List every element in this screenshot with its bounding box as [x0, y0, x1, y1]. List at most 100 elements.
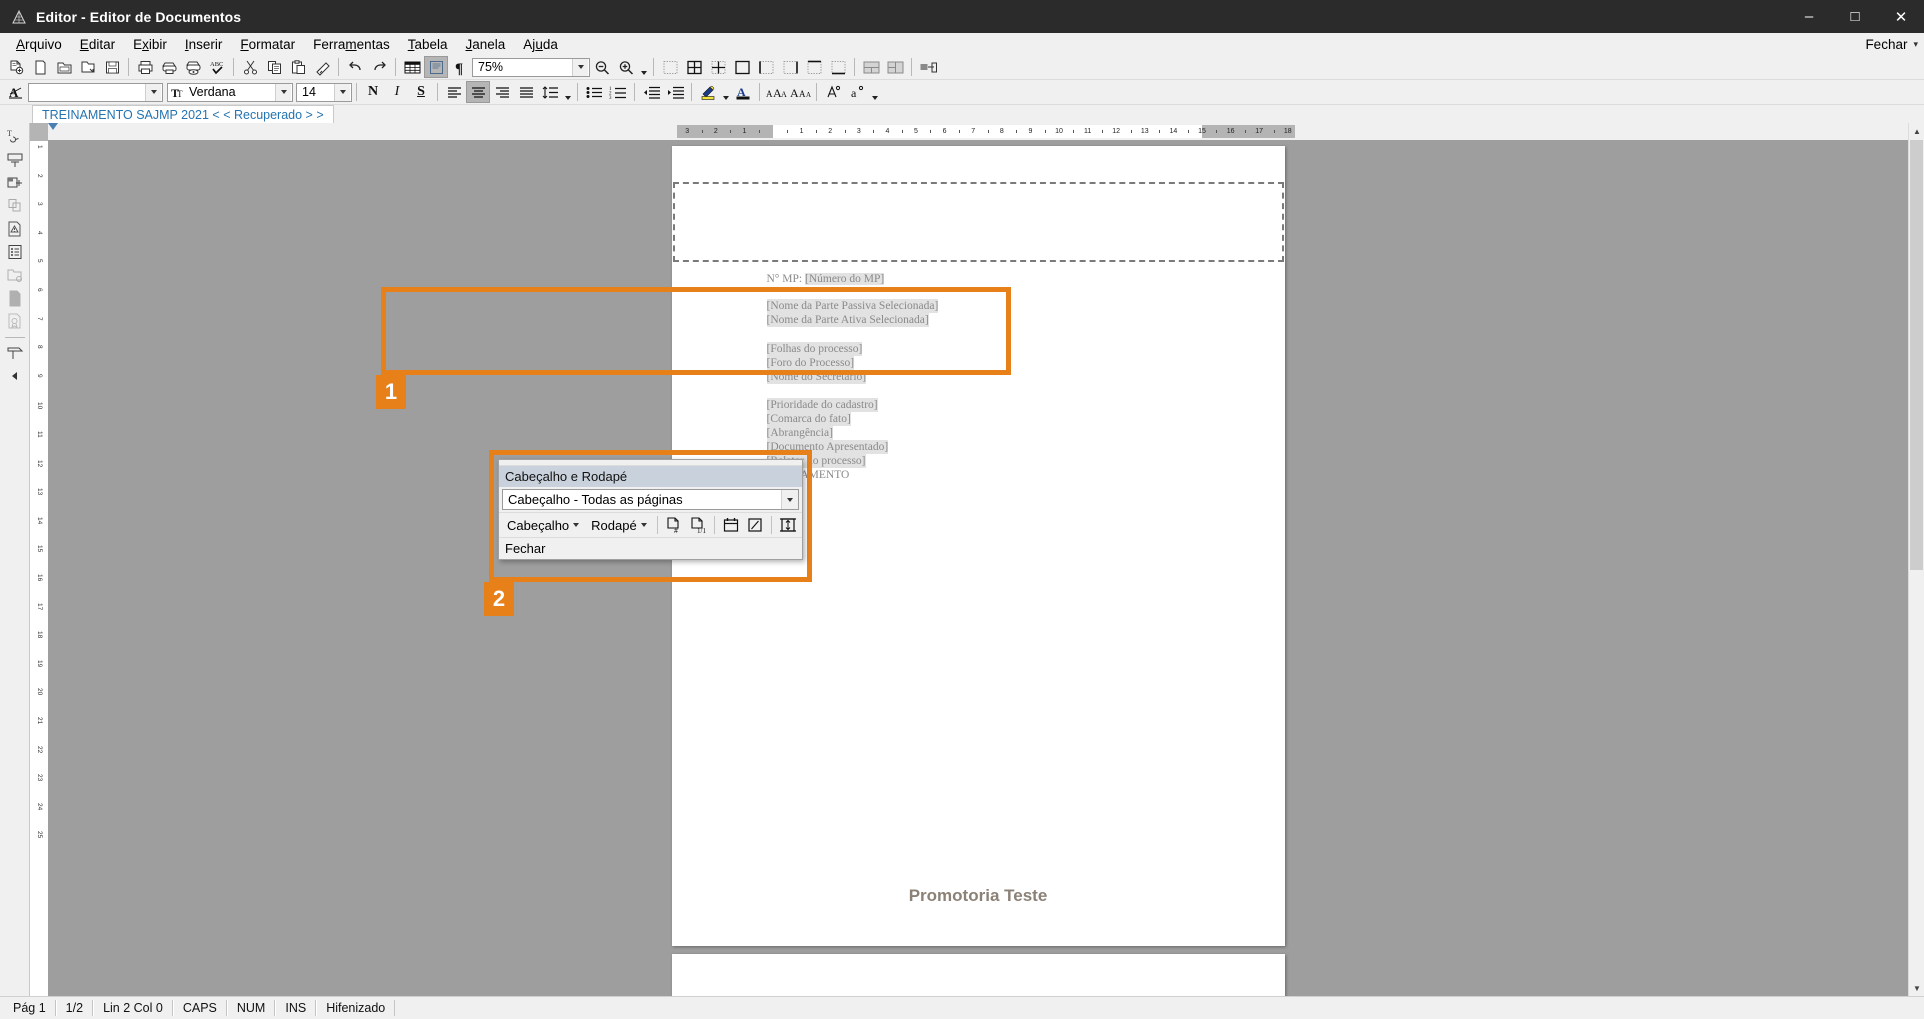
- borders-right-icon[interactable]: [778, 56, 802, 78]
- first-line-indent-marker[interactable]: [48, 123, 58, 130]
- hf-menu-cabecalho[interactable]: Cabeçalho: [502, 516, 584, 535]
- increase-indent-icon[interactable]: [663, 81, 687, 103]
- zoom-combo[interactable]: 75%: [472, 57, 590, 77]
- horizontal-ruler-track[interactable]: 3 2 1 1 2 3 4 5 6 7 8 9 10 11 12 13 14 15 16 17 18: [677, 125, 1295, 138]
- undo-icon[interactable]: [343, 56, 367, 78]
- copy-icon[interactable]: [262, 56, 286, 78]
- borders-outer-icon[interactable]: [730, 56, 754, 78]
- vertical-scrollbar[interactable]: ▲ ▼: [1908, 123, 1924, 996]
- hf-menu-rodape[interactable]: Rodapé: [586, 516, 652, 535]
- cut-scissors-icon[interactable]: [238, 56, 262, 78]
- status-ins[interactable]: INS: [275, 999, 317, 1016]
- borders-all-icon[interactable]: [682, 56, 706, 78]
- borders-bottom-icon[interactable]: [826, 56, 850, 78]
- spellcheck-abc-icon[interactable]: ABC: [205, 56, 229, 78]
- font-color-icon[interactable]: A: [731, 81, 755, 103]
- chevron-down-icon[interactable]: [145, 83, 161, 101]
- stamp-icon[interactable]: [3, 342, 27, 364]
- chevron-down-icon[interactable]: [275, 83, 291, 101]
- hf-scope-combo[interactable]: Cabeçalho - Todas as páginas: [502, 489, 799, 510]
- status-hyphenation[interactable]: Hifenizado: [316, 999, 396, 1016]
- blank-page-icon[interactable]: [28, 56, 52, 78]
- menu-item-editar[interactable]: Editar: [71, 35, 124, 54]
- numbered-list-icon[interactable]: 123: [606, 81, 630, 103]
- bullet-list-icon[interactable]: [582, 81, 606, 103]
- certificate-doc-icon[interactable]: [3, 310, 27, 332]
- insert-symbol-icon[interactable]: [821, 81, 845, 103]
- header-area[interactable]: [672, 182, 1284, 262]
- zoom-in-icon[interactable]: [614, 56, 638, 78]
- page-count-icon[interactable]: 1/1: [687, 514, 709, 536]
- line-spacing-icon[interactable]: [538, 81, 562, 103]
- maximize-button[interactable]: □: [1832, 0, 1878, 33]
- borders-top-icon[interactable]: [802, 56, 826, 78]
- save-icon[interactable]: [100, 56, 124, 78]
- document-page-2[interactable]: [671, 954, 1285, 996]
- collapse-arrow-icon[interactable]: [3, 365, 27, 387]
- underline-icon[interactable]: S: [409, 81, 433, 103]
- font-size-combo[interactable]: 14: [296, 82, 352, 102]
- alert-document-icon[interactable]: [3, 218, 27, 240]
- scroll-up-arrow-icon[interactable]: ▲: [1909, 123, 1924, 139]
- insert-time-icon[interactable]: [744, 514, 766, 536]
- special-char-caret-icon[interactable]: [869, 81, 880, 103]
- print-setup-icon[interactable]: [157, 56, 181, 78]
- document-tab[interactable]: TREINAMENTO SAJMP 2021 < < Recuperado > …: [32, 105, 334, 123]
- align-left-icon[interactable]: [442, 81, 466, 103]
- text-cursor-icon[interactable]: T: [3, 126, 27, 148]
- change-case-alt-icon[interactable]: AAA: [788, 81, 812, 103]
- copy-block-icon[interactable]: [3, 195, 27, 217]
- new-document-icon[interactable]: [4, 56, 28, 78]
- menu-item-inserir[interactable]: Inserir: [176, 35, 232, 54]
- chevron-down-icon[interactable]: ▾: [1913, 39, 1918, 50]
- page-view-icon[interactable]: [424, 56, 448, 78]
- insert-field-icon[interactable]: [916, 56, 940, 78]
- menu-item-tabela[interactable]: Tabela: [399, 35, 457, 54]
- bold-icon[interactable]: N: [361, 81, 385, 103]
- formatting-marks-pilcrow-icon[interactable]: ¶: [448, 56, 472, 78]
- zoom-dropdown-caret-icon[interactable]: [638, 56, 649, 78]
- menu-item-arquivo[interactable]: AArquivorquivo: [7, 35, 71, 54]
- status-num[interactable]: NUM: [226, 999, 276, 1016]
- chevron-down-icon[interactable]: [334, 83, 350, 101]
- zoom-out-icon[interactable]: [590, 56, 614, 78]
- horizontal-ruler[interactable]: 3 2 1 1 2 3 4 5 6 7 8 9 10 11 12 13 14 15 16 17 18: [48, 123, 1924, 140]
- line-spacing-caret-icon[interactable]: [562, 81, 573, 103]
- menu-item-exibir[interactable]: Exibir: [124, 35, 176, 54]
- insert-date-icon[interactable]: [720, 514, 742, 536]
- menu-item-ajuda[interactable]: Ajuda: [514, 35, 567, 54]
- highlight-color-icon[interactable]: [696, 81, 720, 103]
- page-setup-icon[interactable]: [777, 514, 799, 536]
- align-center-icon[interactable]: [466, 81, 490, 103]
- folder-doc-icon[interactable]: [3, 264, 27, 286]
- scroll-down-arrow-icon[interactable]: ▼: [1909, 980, 1924, 996]
- chevron-down-icon[interactable]: [781, 490, 798, 509]
- print-preview-icon[interactable]: [181, 56, 205, 78]
- menu-item-ferramentas[interactable]: Ferramentas: [304, 35, 399, 54]
- align-justify-icon[interactable]: [514, 81, 538, 103]
- font-name-combo[interactable]: TT Verdana: [167, 82, 293, 102]
- open-folder-icon[interactable]: [52, 56, 76, 78]
- borders-left-icon[interactable]: [754, 56, 778, 78]
- scrollbar-thumb[interactable]: [1910, 140, 1923, 570]
- merge-cells-icon[interactable]: [859, 56, 883, 78]
- highlight-color-caret-icon[interactable]: [720, 81, 731, 103]
- plain-page-icon[interactable]: [3, 287, 27, 309]
- table-grid-icon[interactable]: [400, 56, 424, 78]
- paragraph-style-combo[interactable]: [28, 82, 163, 102]
- close-button[interactable]: ✕: [1878, 0, 1924, 33]
- paragraph-style-icon[interactable]: A: [4, 81, 28, 103]
- status-caps[interactable]: CAPS: [172, 999, 227, 1016]
- vertical-ruler[interactable]: 1 2 3 4 5 6 7 8 9 10 11 12 13 14 15 16 17 18 19 20 21 22 23 24 2…: [30, 123, 48, 996]
- menu-item-janela[interactable]: Janela: [457, 35, 515, 54]
- list-document-icon[interactable]: [3, 241, 27, 263]
- special-char-icon[interactable]: a: [845, 81, 869, 103]
- paste-icon[interactable]: [286, 56, 310, 78]
- text-box-icon[interactable]: [3, 149, 27, 171]
- header-footer-dialog[interactable]: Cabeçalho e Rodapé Cabeçalho - Todas as …: [498, 459, 803, 560]
- minimize-button[interactable]: –: [1786, 0, 1832, 33]
- format-painter-icon[interactable]: [310, 56, 334, 78]
- decrease-indent-icon[interactable]: [639, 81, 663, 103]
- italic-icon[interactable]: I: [385, 81, 409, 103]
- open-recent-icon[interactable]: [76, 56, 100, 78]
